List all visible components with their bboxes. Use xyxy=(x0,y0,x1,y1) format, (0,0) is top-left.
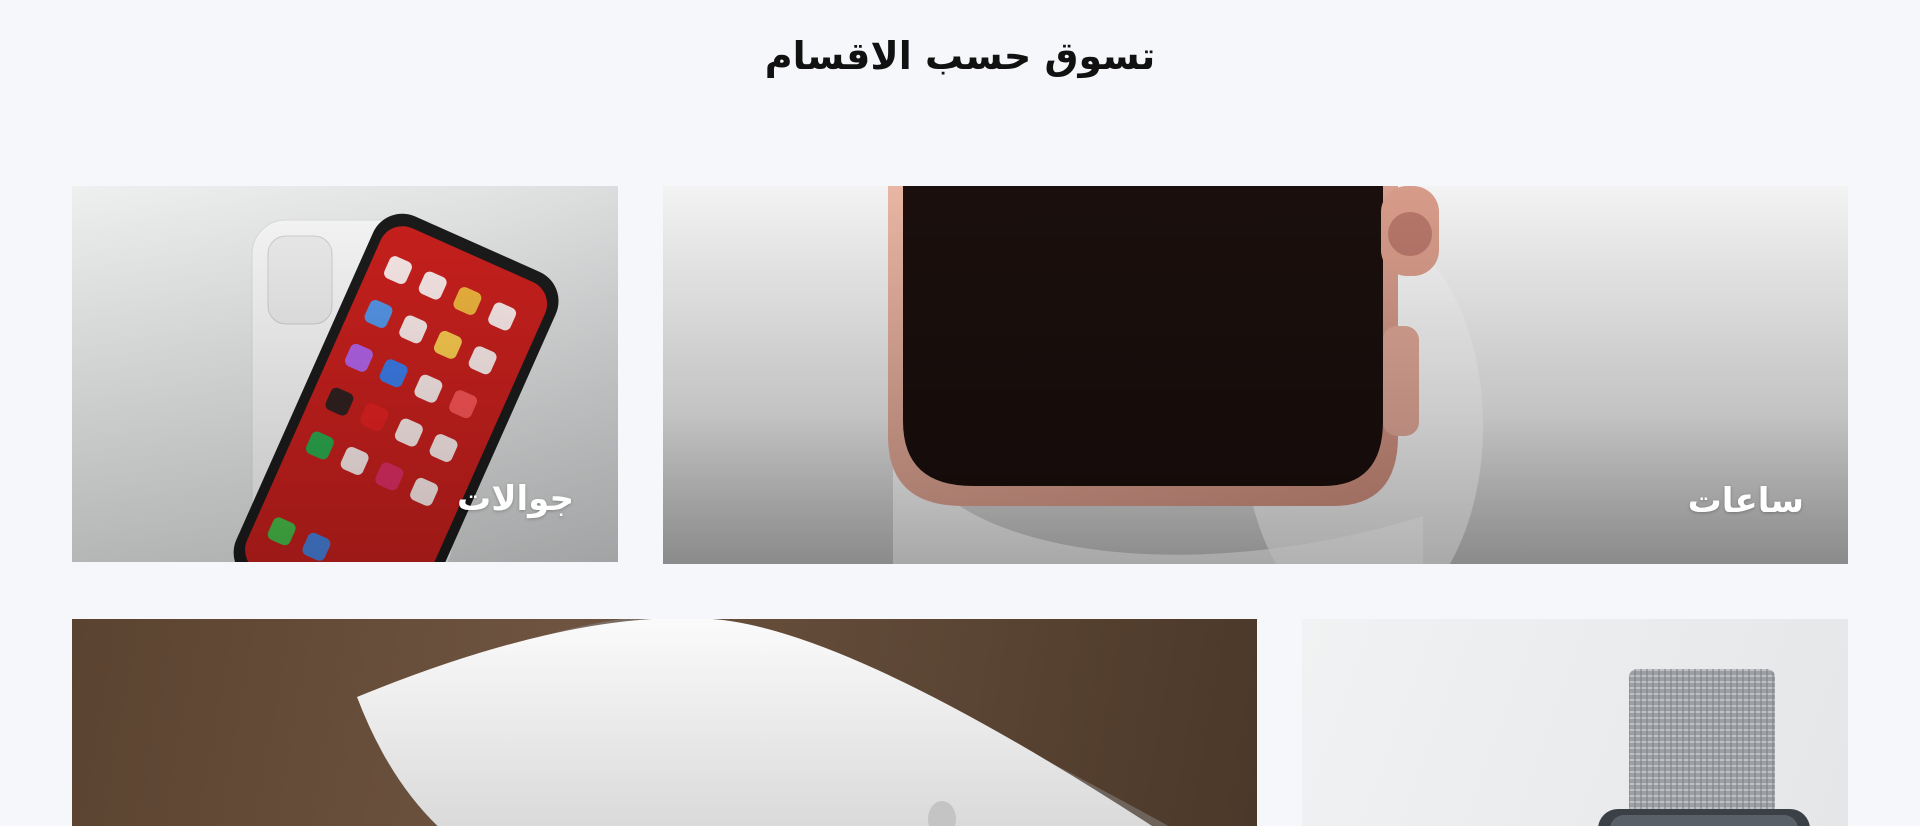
section-title: تسوق حسب الاقسام xyxy=(764,34,1156,78)
category-card-watches[interactable]: ساعات xyxy=(663,186,1848,564)
categories-section: تسوق حسب الاقسام ساعات جوالات xyxy=(0,0,1920,826)
watch-image xyxy=(663,186,1848,564)
category-card-mouse[interactable] xyxy=(72,619,1257,826)
watch-band-image xyxy=(1302,619,1848,826)
category-label: جوالات xyxy=(457,479,574,519)
category-card-watch-bands[interactable] xyxy=(1302,619,1848,826)
category-label: ساعات xyxy=(1687,481,1804,521)
category-card-phones[interactable]: جوالات xyxy=(72,186,618,562)
mouse-image xyxy=(72,619,1257,826)
